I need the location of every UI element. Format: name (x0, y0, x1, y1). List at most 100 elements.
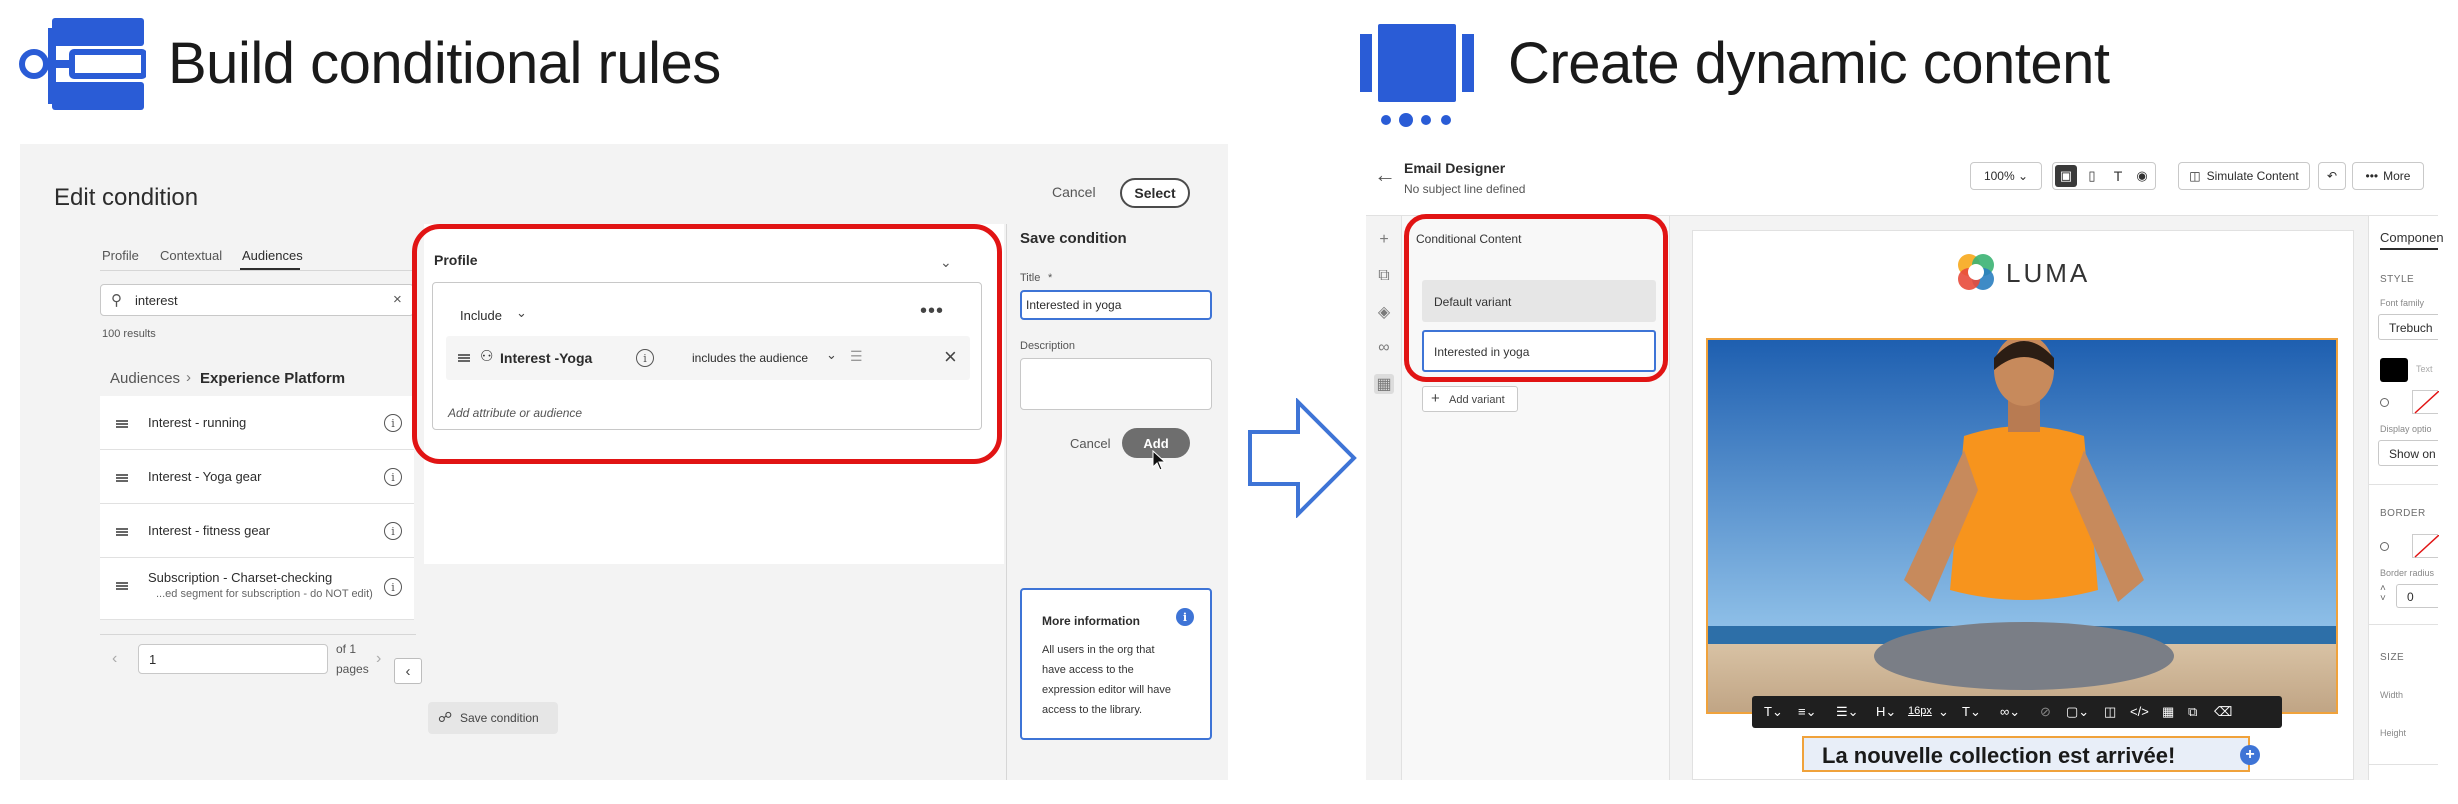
image-icon[interactable]: ▢⌄ (2066, 704, 2089, 720)
clear-icon[interactable]: × (393, 291, 402, 308)
delete-icon[interactable]: ⌫ (2214, 704, 2232, 720)
tab-contextual[interactable]: Contextual (160, 248, 222, 263)
save-panel-cancel-button[interactable]: Cancel (1070, 436, 1110, 451)
unlink-icon[interactable]: ⊘ (2040, 704, 2051, 720)
info-icon[interactable]: i (384, 414, 402, 432)
list-divider (100, 634, 416, 635)
search-input[interactable]: ⚲ interest × (100, 284, 414, 316)
info-filled-icon: i (1176, 608, 1194, 626)
save-condition-button[interactable]: ☍ Save condition (428, 702, 558, 734)
list-item[interactable]: Interest - Yoga gear i (100, 450, 414, 504)
designer-title: Email Designer (1404, 160, 1506, 176)
align-icon[interactable]: ≡⌄ (1798, 704, 1816, 720)
add-block-icon[interactable]: + (2240, 745, 2260, 765)
border-radio-icon[interactable] (2380, 542, 2389, 551)
page-input[interactable]: 1 (138, 644, 328, 674)
mobile-view-icon[interactable]: ▯ (2081, 165, 2103, 187)
right-header-title: Create dynamic content (1508, 31, 2110, 96)
prev-page-icon[interactable]: ‹ (112, 650, 117, 668)
more-info-line: All users in the org that (1042, 644, 1155, 656)
search-value: interest (135, 293, 178, 308)
fragments-icon[interactable]: ⧉ (1374, 266, 1394, 286)
list-icon[interactable]: ☰⌄ (1836, 704, 1859, 720)
text-color-icon[interactable]: T⌄ (1962, 704, 1981, 720)
border-color-none-swatch[interactable] (2412, 534, 2440, 558)
personalize-icon[interactable]: ▦ (2162, 704, 2174, 720)
display-options-field[interactable]: Show on (2378, 440, 2438, 466)
info-icon[interactable]: i (384, 578, 402, 596)
code-icon[interactable]: </> (2130, 704, 2149, 719)
rule-canvas-bottom (424, 564, 1004, 774)
border-radius-label: Border radius (2380, 568, 2435, 578)
next-page-icon[interactable]: › (376, 650, 381, 668)
headline-block[interactable]: La nouvelle collection est arrivée! (1802, 736, 2250, 772)
layers-icon[interactable]: ◈ (1374, 302, 1394, 322)
undo-button[interactable]: ↶ (2318, 162, 2346, 190)
add-variant-label: Add variant (1449, 394, 1505, 406)
link-icon[interactable]: ∞ (1374, 338, 1394, 358)
text-style-icon[interactable]: T⌄ (1764, 704, 1783, 720)
simulate-content-button[interactable]: ◫ Simulate Content (2178, 162, 2310, 190)
border-radius-value: 0 (2407, 590, 2414, 604)
desktop-view-icon[interactable]: ▣ (2055, 165, 2077, 187)
description-field[interactable] (1020, 358, 1212, 410)
bg-radio-icon[interactable] (2380, 398, 2389, 407)
tab-profile[interactable]: Profile (102, 248, 139, 263)
title-field[interactable]: Interested in yoga (1020, 290, 1212, 320)
add-icon[interactable]: + (1374, 230, 1394, 250)
drag-handle-icon[interactable] (116, 582, 128, 590)
save-toolbar-icon[interactable]: ◫ (2104, 704, 2116, 720)
radius-stepper-icon[interactable]: ˄ ˅ (2380, 584, 2386, 604)
preview-eye-icon[interactable]: ◉ (2131, 165, 2153, 187)
props-divider (2368, 484, 2438, 485)
email-designer-panel: ← Email Designer No subject line defined… (1366, 144, 2444, 780)
save-condition-icon: ☍ (438, 709, 453, 725)
tab-audiences[interactable]: Audiences (242, 248, 303, 263)
list-item[interactable]: Interest - running i (100, 396, 414, 450)
zoom-dropdown[interactable]: 100% ⌄ (1970, 162, 2042, 190)
page-of-label: of 1 (336, 642, 357, 656)
more-button[interactable]: ••• More (2352, 162, 2424, 190)
font-size-value[interactable]: 16px (1908, 705, 1932, 717)
size-section-label: SIZE (2380, 652, 2405, 663)
arrow-right-icon (1246, 397, 1358, 519)
display-options-label: Display optio (2380, 424, 2432, 434)
list-item-label: Interest - running (148, 415, 247, 430)
list-item-label: Interest - Yoga gear (148, 469, 262, 484)
hero-image[interactable] (1706, 338, 2338, 714)
more-info-line: have access to the (1042, 664, 1134, 676)
breadcrumb-root[interactable]: Audiences (110, 370, 180, 387)
info-icon[interactable]: i (384, 468, 402, 486)
back-arrow-icon[interactable]: ← (1374, 162, 1396, 188)
description-field-label: Description (1020, 340, 1076, 352)
collapse-panel-button[interactable]: ‹ (394, 658, 422, 684)
more-information-card: More information i All users in the org … (1020, 588, 1212, 740)
select-button[interactable]: Select (1120, 178, 1190, 208)
title-required-mark: * (1048, 272, 1053, 284)
bg-color-none-swatch[interactable] (2412, 390, 2440, 414)
add-variant-button[interactable]: + Add variant (1422, 386, 1518, 412)
heading-icon[interactable]: H⌄ (1876, 704, 1896, 720)
props-divider (2368, 624, 2438, 625)
properties-tab[interactable]: Componen (2380, 230, 2444, 245)
border-radius-field[interactable]: 0 (2396, 584, 2438, 608)
title-field-value: Interested in yoga (1026, 298, 1122, 312)
device-toggle-group: ▣ ▯ T ◉ (2052, 162, 2156, 190)
text-view-icon[interactable]: T (2107, 165, 2129, 187)
list-item[interactable]: Subscription - Charset-checking ...ed se… (100, 558, 414, 620)
top-cancel-button[interactable]: Cancel (1052, 184, 1096, 200)
drag-handle-icon[interactable] (116, 528, 128, 536)
list-item[interactable]: Interest - fitness gear i (100, 504, 414, 558)
text-color-swatch[interactable] (2380, 358, 2408, 382)
drag-handle-icon[interactable] (116, 420, 128, 428)
conditional-content-icon[interactable]: ▦ (1374, 374, 1394, 394)
drag-handle-icon[interactable] (116, 474, 128, 482)
font-size-chevron-icon[interactable]: ⌄ (1938, 704, 1949, 720)
font-family-field[interactable]: Trebuch (2378, 314, 2438, 340)
info-icon[interactable]: i (384, 522, 402, 540)
link-toolbar-icon[interactable]: ∞⌄ (2000, 704, 2020, 720)
conditional-highlight-box (1404, 214, 1668, 382)
duplicate-icon[interactable]: ⧉ (2188, 704, 2197, 720)
add-variant-plus-icon: + (1431, 390, 1440, 407)
simulate-label: Simulate Content (2206, 169, 2299, 183)
